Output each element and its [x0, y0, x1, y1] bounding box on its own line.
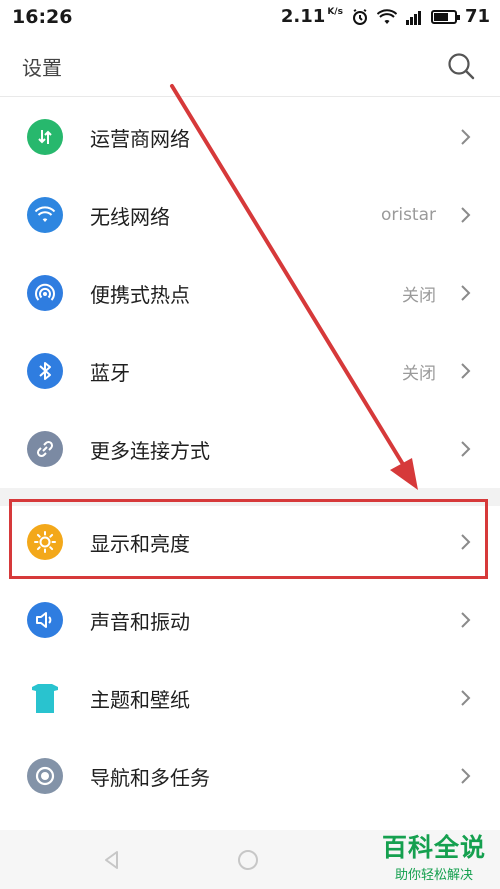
- back-icon[interactable]: [102, 850, 122, 870]
- watermark-title: 百科全说: [381, 833, 486, 862]
- annotation-arrow: [170, 84, 418, 490]
- watermark-subtitle: 助你轻松解决: [394, 868, 473, 883]
- watermark-logo: 百科全说 助你轻松解决: [382, 828, 486, 883]
- home-icon[interactable]: [238, 850, 258, 870]
